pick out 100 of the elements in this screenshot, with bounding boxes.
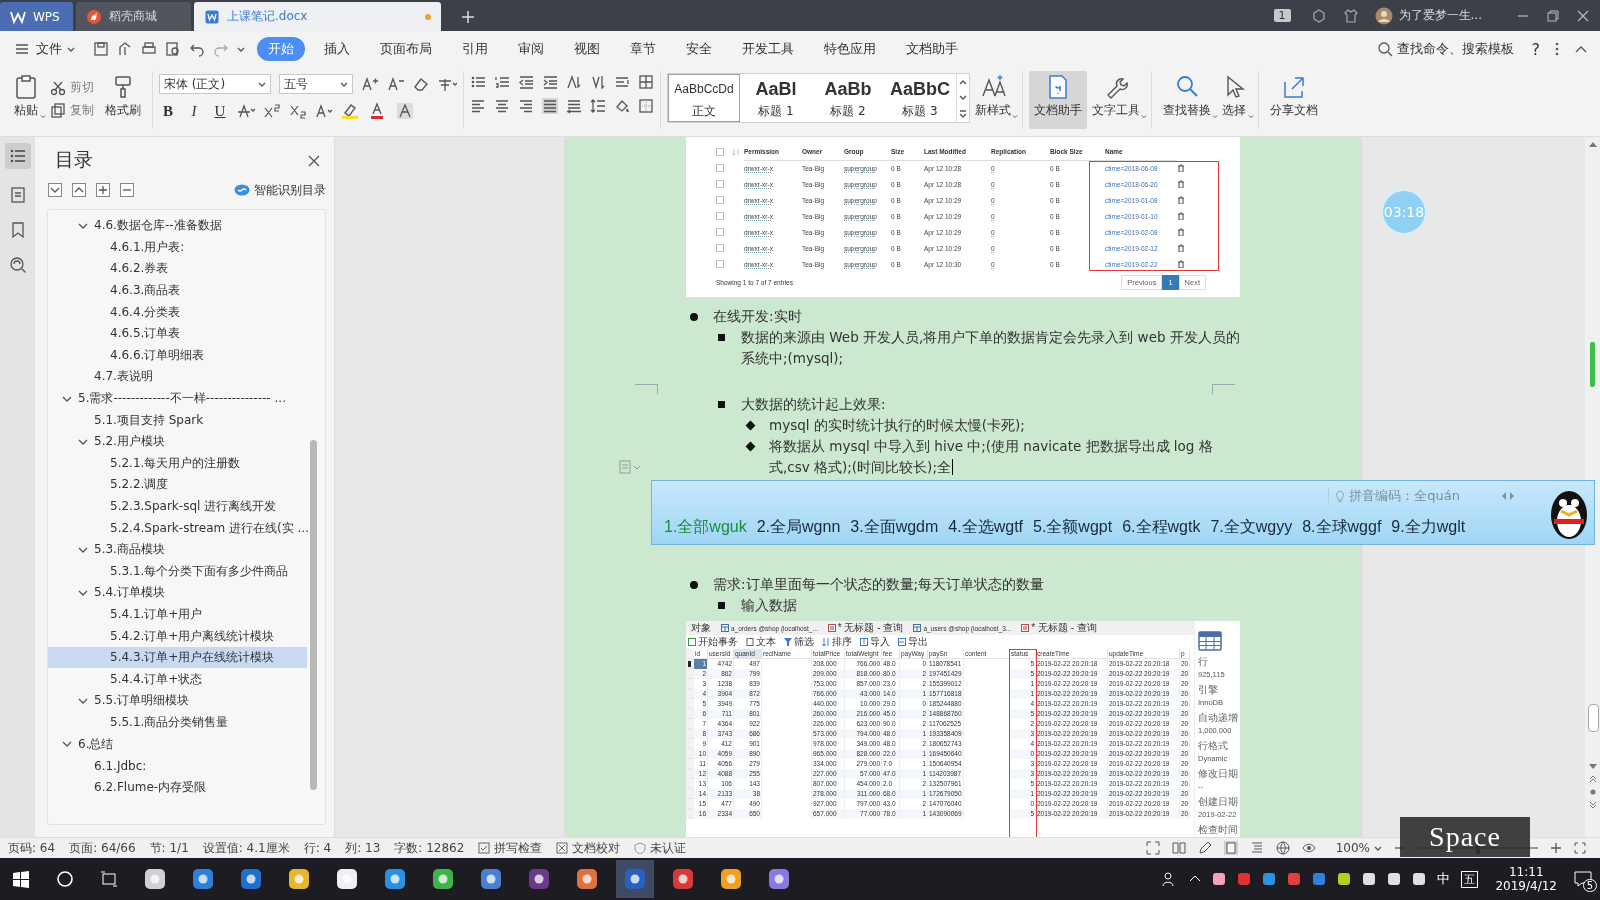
style-option[interactable]: AaBbC 标题 3 (884, 74, 956, 122)
fit-icon[interactable] (1574, 842, 1586, 854)
toc-item[interactable]: 4.6.6.订单明细表 (48, 344, 307, 367)
toc-item[interactable]: 5.3.1.每个分类下面有多少件商品 (48, 560, 307, 583)
tray-app-icon[interactable] (1337, 872, 1352, 886)
text-effect-icon[interactable] (315, 103, 333, 119)
toc-item[interactable]: 5.需求-------------不一样--------------- ... (48, 387, 307, 410)
browse-icon[interactable] (1588, 788, 1597, 796)
window-tab[interactable]: 上课笔记.docx (194, 2, 441, 31)
caret-icon[interactable] (237, 45, 245, 53)
style-option[interactable]: AaBb 标题 2 (812, 74, 884, 122)
input-mode-indicator[interactable]: 中 (1437, 870, 1451, 888)
previous-page-icon[interactable] (1588, 775, 1597, 783)
trash-icon[interactable] (1177, 180, 1185, 188)
tray-app-icon[interactable] (1362, 872, 1377, 886)
menu-tab[interactable]: 开发工具 (731, 37, 805, 61)
tab[interactable]: 对象 (686, 621, 716, 635)
expand-icon[interactable] (959, 110, 967, 118)
app-tile-icon[interactable] (336, 868, 358, 890)
app-tile-icon[interactable] (768, 868, 790, 890)
menu-tab[interactable]: 文档助手 (895, 37, 969, 61)
close-icon[interactable] (306, 153, 320, 167)
status-toggle[interactable]: 未认证 (634, 839, 687, 857)
tool-button[interactable]: 选择 (1216, 71, 1252, 129)
expand-icon[interactable] (47, 182, 63, 198)
border-icon[interactable] (638, 98, 654, 114)
trash-icon[interactable] (1177, 260, 1185, 268)
toolbar-button[interactable]: 导入 (860, 635, 890, 649)
status-toggle[interactable]: 文档校对 (556, 839, 621, 857)
toc-panel-button[interactable] (4, 143, 31, 169)
app-tile-icon[interactable] (616, 860, 654, 898)
toc-item[interactable]: 4.6.2.券表 (48, 258, 307, 280)
tool-button[interactable]: 分享文档 (1265, 71, 1323, 129)
trash-icon[interactable] (1177, 164, 1185, 172)
toc-item[interactable]: 6.总结 (48, 733, 307, 755)
distribute-icon[interactable] (566, 98, 582, 114)
checkbox-icon[interactable] (716, 212, 724, 220)
tool-button[interactable]: 查找替换 (1158, 71, 1216, 129)
search-icon[interactable] (56, 870, 74, 888)
toc-item[interactable]: 5.4.3.订单+用户在线统计模块 (48, 646, 307, 669)
italic-button[interactable]: I (185, 102, 203, 120)
avatar-icon[interactable] (1374, 6, 1393, 25)
bold-button[interactable]: B (159, 102, 177, 120)
save-icon[interactable] (93, 41, 109, 57)
align-center-icon[interactable] (494, 98, 510, 114)
toc-item[interactable]: 5.2.3.Spark-sql 进行离线开发 (48, 495, 307, 518)
app-tile-icon[interactable] (432, 868, 454, 890)
toc-item[interactable]: 6.2.Flume-内存受限 (48, 776, 307, 799)
clock-date[interactable]: 2019/4/12 (1495, 879, 1557, 893)
window-tab[interactable]: WPS (0, 2, 73, 31)
page-arrows-icon[interactable] (1500, 491, 1516, 501)
toc-item[interactable]: 4.6.3.商品表 (48, 279, 307, 302)
grow-font-icon[interactable] (361, 76, 379, 92)
underline-button[interactable]: U (211, 102, 229, 120)
toc-item[interactable]: 5.2.4.Spark-stream 进行在线(实 ... (48, 517, 307, 539)
web-view-icon[interactable] (1275, 841, 1290, 855)
scroll-up-icon[interactable] (959, 78, 967, 86)
checkbox-icon[interactable] (716, 164, 724, 172)
toc-item[interactable]: 5.4.1.订单+用户 (48, 603, 307, 626)
find-icon[interactable] (8, 256, 27, 274)
toc-item[interactable]: 5.5.订单明细模块 (48, 690, 307, 712)
input-method-indicator[interactable]: 五 (1461, 870, 1479, 888)
print-icon[interactable] (141, 41, 157, 57)
trash-icon[interactable] (1177, 212, 1185, 220)
close-icon[interactable] (1576, 8, 1590, 23)
menu-tab[interactable]: 页面布局 (369, 37, 443, 61)
toolbar-button[interactable]: 筛选 (784, 635, 814, 649)
eraser-icon[interactable] (413, 76, 429, 92)
app-tile-icon[interactable] (288, 868, 310, 890)
pinyin-guide-icon[interactable] (437, 76, 457, 92)
app-tile-icon[interactable] (144, 868, 166, 890)
shirt-icon[interactable] (1342, 7, 1359, 24)
increase-indent-icon[interactable] (542, 74, 558, 90)
preview-icon[interactable] (165, 41, 181, 57)
candidate[interactable]: 9.全力wglt (1391, 516, 1466, 538)
help-button[interactable]: ? (1531, 39, 1540, 59)
spacing-icon[interactable] (614, 74, 630, 90)
status-toggle[interactable]: 拼写检查 (478, 839, 543, 857)
strikethrough-icon[interactable] (237, 103, 255, 119)
tool-button[interactable]: 文档助手 (1029, 71, 1087, 129)
highlight-icon[interactable] (341, 102, 361, 120)
app-tile-icon[interactable] (240, 868, 262, 890)
new-style-button[interactable]: 新样式 (970, 71, 1016, 129)
app-tile-icon[interactable] (384, 868, 406, 890)
clock-time[interactable]: 11:11 (1508, 865, 1544, 879)
app-tile-icon[interactable] (576, 868, 598, 890)
checkbox-icon[interactable] (716, 180, 724, 188)
tab[interactable]: * 无标题 - 查询 (1016, 621, 1102, 635)
tray-app-icon[interactable] (1212, 872, 1227, 886)
command-search[interactable]: 查找命令、搜索模板 (1376, 40, 1514, 58)
app-tile-icon[interactable] (720, 868, 742, 890)
toc-item[interactable]: 4.7.表说明 (48, 366, 307, 388)
checkbox-icon[interactable] (716, 244, 724, 252)
task-view-icon[interactable] (100, 870, 118, 888)
pen-icon[interactable] (1197, 841, 1212, 855)
app-tile-icon[interactable] (480, 868, 502, 890)
toc-item[interactable]: 5.4.订单模块 (48, 582, 307, 604)
format-painter-button[interactable]: 格式刷 (100, 71, 146, 129)
checkbox-icon[interactable] (716, 228, 724, 236)
restore-icon[interactable] (1546, 8, 1560, 23)
